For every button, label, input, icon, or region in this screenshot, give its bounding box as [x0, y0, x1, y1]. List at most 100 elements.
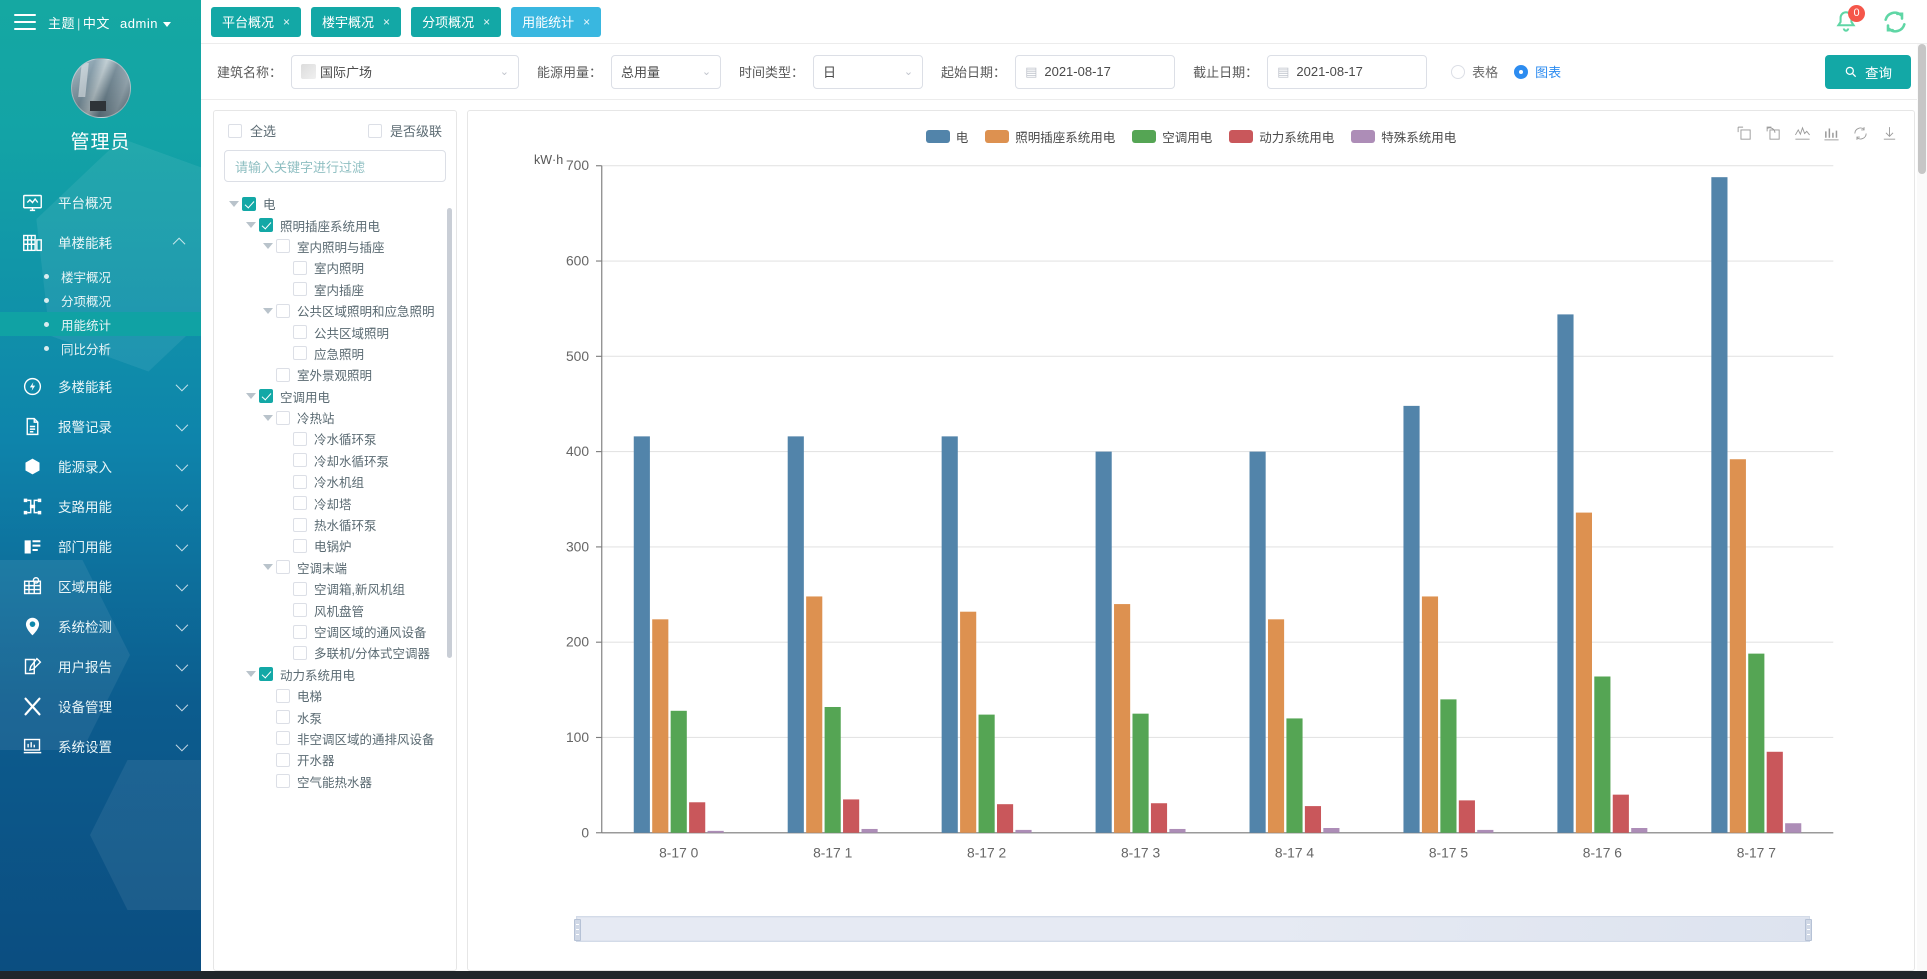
tree-node-checkbox[interactable] — [276, 560, 290, 575]
chart-bar[interactable] — [1304, 806, 1322, 833]
tree-node[interactable]: 热水循环泵 — [214, 514, 456, 535]
language-label[interactable]: 中文 — [83, 16, 110, 31]
sidebar-item-user-report[interactable]: 用户报告 — [0, 646, 201, 686]
tree-node[interactable]: 照明插座系统用电 — [214, 214, 456, 235]
chart-bar[interactable] — [1575, 512, 1592, 833]
chart-bar[interactable] — [1711, 177, 1728, 833]
tree-node-checkbox[interactable] — [276, 774, 290, 789]
chart-bar[interactable] — [1267, 619, 1285, 833]
sidebar-item-system-detection[interactable]: 系统检测 — [0, 606, 201, 646]
tree-node[interactable]: 冷水循环泵 — [214, 428, 456, 449]
tree-node[interactable]: 应急照明 — [214, 343, 456, 364]
tree-node[interactable]: 空调区域的通风设备 — [214, 621, 456, 642]
chart-bar[interactable] — [996, 804, 1014, 833]
tree-node[interactable]: 电锅炉 — [214, 535, 456, 556]
tree-filter-input[interactable]: 请输入关键字进行过滤 — [224, 150, 446, 182]
chart-bar[interactable] — [1557, 314, 1574, 833]
tree-node-checkbox[interactable] — [276, 239, 290, 254]
tree-node[interactable]: 水泵 — [214, 706, 456, 727]
datazoom-select-icon[interactable] — [1736, 125, 1753, 142]
tree-node[interactable]: 公共区域照明和应急照明 — [214, 300, 456, 321]
close-icon[interactable]: × — [383, 15, 390, 29]
tree-node-checkbox[interactable] — [293, 496, 307, 511]
tree-scroll-area[interactable]: 电照明插座系统用电 室内照明与插座 室内照明 室内插座 公共区域照明和应急照明 公共区域照… — [214, 190, 456, 970]
bar-chart-icon[interactable] — [1823, 125, 1840, 142]
start-date-input[interactable]: ▤ 2021-08-17 — [1015, 54, 1176, 89]
tree-node-checkbox[interactable] — [259, 218, 273, 233]
tree-node[interactable]: 空调用电 — [214, 386, 456, 407]
notification-bell-icon[interactable]: 0 — [1833, 4, 1865, 35]
cascade-checkbox[interactable]: 是否级联 — [367, 121, 442, 140]
chart-bar[interactable] — [1766, 751, 1783, 833]
tree-expand-caret-icon[interactable] — [226, 200, 242, 207]
tree-expand-caret-icon[interactable] — [243, 671, 259, 678]
tab-platform-overview[interactable]: 平台概况 × — [211, 6, 302, 37]
tree-node-checkbox[interactable] — [293, 538, 307, 553]
chart-bar[interactable] — [1785, 823, 1802, 833]
page-scrollbar[interactable] — [1917, 44, 1927, 979]
chart-bar[interactable] — [1323, 828, 1340, 833]
tree-expand-caret-icon[interactable] — [260, 564, 276, 571]
tree-node[interactable]: 公共区域照明 — [214, 321, 456, 342]
tree-node[interactable]: 空气能热水器 — [214, 771, 456, 792]
sidebar-item-single-building-energy[interactable]: 单楼能耗 — [0, 222, 201, 262]
theme-label[interactable]: 主题 — [48, 16, 75, 31]
search-button[interactable]: 查询 — [1825, 54, 1911, 89]
chart-bar[interactable] — [633, 436, 650, 833]
tree-node-checkbox[interactable] — [293, 260, 307, 275]
sidebar-item-area-energy[interactable]: 区域用能 — [0, 566, 201, 606]
energy-select[interactable]: 总用量 ⌄ — [611, 54, 722, 89]
chevron-down-icon[interactable] — [162, 21, 171, 27]
tree-node-checkbox[interactable] — [276, 303, 290, 318]
tree-node[interactable]: 空调箱,新风机组 — [214, 578, 456, 599]
tree-node[interactable]: 冷却塔 — [214, 492, 456, 513]
tree-node[interactable]: 风机盘管 — [214, 599, 456, 620]
sidebar-item-department-energy[interactable]: 部门用能 — [0, 526, 201, 566]
tree-node[interactable]: 室外景观照明 — [214, 364, 456, 385]
chart-bar[interactable] — [670, 710, 687, 833]
chart-bar[interactable] — [1150, 803, 1168, 833]
chart-bar[interactable] — [1286, 718, 1303, 833]
chart-bar[interactable] — [824, 706, 841, 833]
chart-bar[interactable] — [960, 611, 977, 833]
tree-node[interactable]: 非空调区域的通排风设备 — [214, 728, 456, 749]
chart-bar[interactable] — [1169, 828, 1186, 833]
sidebar-item-device-management[interactable]: 设备管理 — [0, 686, 201, 726]
tree-node[interactable]: 冷却水循环泵 — [214, 450, 456, 471]
tree-node[interactable]: 电梯 — [214, 685, 456, 706]
tree-node-checkbox[interactable] — [276, 367, 290, 382]
hamburger-menu-icon[interactable] — [14, 14, 36, 30]
chart-datazoom-slider[interactable] — [574, 916, 1812, 942]
tree-node-checkbox[interactable] — [259, 667, 273, 682]
tree-node-checkbox[interactable] — [293, 346, 307, 361]
tree-node[interactable]: 动力系统用电 — [214, 664, 456, 685]
tree-scrollbar[interactable] — [447, 208, 452, 658]
tree-node[interactable]: 室内插座 — [214, 279, 456, 300]
chart-bar[interactable] — [1114, 604, 1131, 833]
datazoom-handle-left[interactable] — [574, 919, 581, 941]
tab-energy-statistics[interactable]: 用能统计 × — [511, 6, 602, 37]
sidebar-item-energy-entry[interactable]: 能源录入 — [0, 446, 201, 486]
restore-icon[interactable] — [1852, 125, 1869, 142]
tree-node-checkbox[interactable] — [276, 752, 290, 767]
chart-bar[interactable] — [1015, 829, 1032, 833]
timetype-select[interactable]: 日 ⌄ — [813, 54, 924, 89]
tree-node-checkbox[interactable] — [276, 688, 290, 703]
tree-node-checkbox[interactable] — [259, 389, 273, 404]
sidebar-item-subitem-overview[interactable]: 分项概况 — [0, 288, 201, 312]
tree-node-checkbox[interactable] — [242, 196, 256, 211]
close-icon[interactable]: × — [583, 15, 590, 29]
save-image-icon[interactable] — [1881, 125, 1898, 142]
chart-bar[interactable] — [1458, 800, 1475, 833]
sidebar-item-yoy-analysis[interactable]: 同比分析 — [0, 336, 201, 360]
tree-node-checkbox[interactable] — [293, 431, 307, 446]
chart-bar[interactable] — [978, 714, 995, 833]
tree-node[interactable]: 多联机/分体式空调器 — [214, 642, 456, 663]
page-scrollbar-thumb[interactable] — [1918, 44, 1926, 174]
tree-node-checkbox[interactable] — [293, 645, 307, 660]
chart-bar[interactable] — [689, 802, 706, 833]
tree-node[interactable]: 室内照明与插座 — [214, 236, 456, 257]
chart-bar[interactable] — [787, 436, 804, 833]
tree-node-checkbox[interactable] — [276, 710, 290, 725]
chart-bar[interactable] — [652, 619, 669, 833]
